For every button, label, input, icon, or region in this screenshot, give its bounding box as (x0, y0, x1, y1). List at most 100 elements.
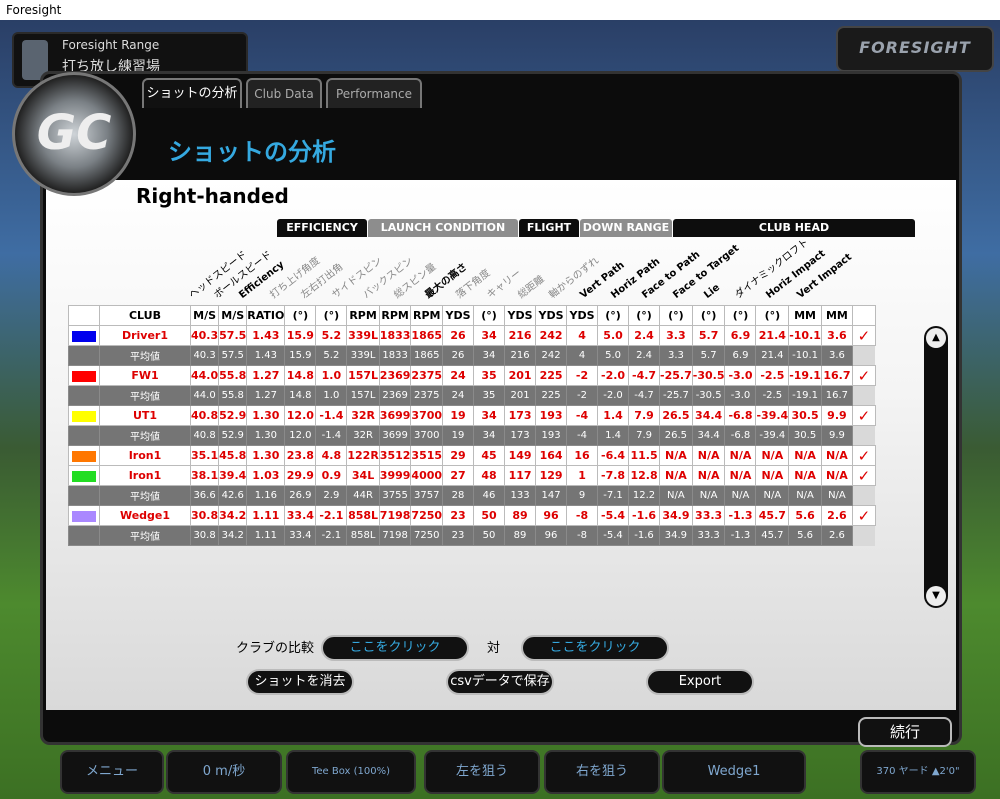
data-cell: 1.30 (246, 405, 286, 426)
data-cell: 14.8 (284, 365, 317, 386)
select-checkbox[interactable]: ✓ (851, 445, 876, 466)
data-cell: 1.0 (315, 365, 348, 386)
column-name-label: キャリー (485, 267, 524, 301)
check-icon[interactable]: ✓ (858, 327, 871, 345)
data-cell: N/A (724, 465, 757, 486)
compare-club-a-button[interactable]: ここをクリック (321, 635, 469, 661)
data-cell: 5.6 (788, 525, 822, 546)
data-cell: 5.7 (691, 325, 726, 346)
data-cell: 46 (473, 485, 506, 506)
data-cell: 2375 (410, 385, 444, 406)
shot-row[interactable]: UT1 40.8 52.9 1.30 12.0 -1.4 32R 3699 3700 19 34 17… (68, 405, 876, 426)
tab-shot-analysis[interactable]: ショットの分析 (142, 78, 242, 108)
data-cell: -30.5 (691, 385, 726, 406)
distance-display: 370 ヤード ▲2'0" (860, 750, 976, 794)
shot-row[interactable]: Iron1 35.1 45.8 1.30 23.8 4.8 122R 3512 3515 29 45… (68, 445, 876, 466)
data-cell: 45 (473, 445, 506, 466)
foresight-logo: FORESIGHT (836, 26, 994, 72)
aim-right-button[interactable]: 右を狙う (544, 750, 660, 794)
data-cell: 7.9 (628, 425, 661, 446)
average-row: 平均値 44.0 55.8 1.27 14.8 1.0 157L 2369 2375 24 35 20… (68, 385, 876, 406)
aim-left-button[interactable]: 左を狙う (424, 750, 540, 794)
data-cell: -3.0 (724, 365, 757, 386)
data-cell: 7198 (378, 525, 412, 546)
continue-button[interactable]: 続行 (858, 717, 952, 747)
category-efficiency: EFFICIENCY (277, 219, 367, 237)
data-cell: 96 (535, 525, 568, 546)
data-cell: 45.7 (755, 505, 790, 526)
data-cell: 858L (346, 505, 380, 526)
data-cell: 1865 (410, 325, 444, 346)
bottom-toolbar: メニュー 0 m/秒 Tee Box (100%) 左を狙う 右を狙う Wedg… (0, 740, 1000, 799)
data-cell: -6.4 (597, 445, 630, 466)
data-cell: -30.5 (691, 365, 726, 386)
select-checkbox[interactable]: ✓ (851, 365, 876, 386)
delete-shots-button[interactable]: ショットを消去 (246, 669, 354, 695)
tab-performance[interactable]: Performance (326, 78, 422, 108)
data-cell: -19.1 (788, 365, 822, 386)
data-cell: 11.5 (628, 445, 661, 466)
data-cell: 1.4 (597, 405, 630, 426)
check-icon[interactable]: ✓ (858, 507, 871, 525)
average-label: 平均値 (99, 425, 191, 446)
data-cell: 23 (442, 525, 475, 546)
export-button[interactable]: Export (646, 669, 754, 695)
data-cell: N/A (659, 485, 693, 506)
data-cell: 38.1 (189, 465, 220, 486)
club-select-button[interactable]: Wedge1 (662, 750, 806, 794)
save-csv-button[interactable]: csvデータで保存 (446, 669, 554, 695)
versus-label: 対 (487, 641, 501, 656)
data-cell: 19 (442, 425, 475, 446)
data-cell: 12.0 (284, 425, 317, 446)
shot-row[interactable]: Iron1 38.1 39.4 1.03 29.9 0.9 34L 3999 4000 27 48 1… (68, 465, 876, 486)
select-checkbox[interactable]: ✓ (851, 465, 876, 486)
tab-club-data[interactable]: Club Data (246, 78, 322, 108)
data-cell: 4 (566, 325, 599, 346)
wind-display[interactable]: 0 m/秒 (166, 750, 282, 794)
data-cell: 3700 (410, 405, 444, 426)
data-cell: 7198 (378, 505, 412, 526)
data-cell: 34.4 (691, 405, 726, 426)
data-cell: 3.3 (659, 345, 693, 366)
check-icon[interactable]: ✓ (858, 447, 871, 465)
data-cell: 2.6 (820, 525, 853, 546)
data-cell: -5.4 (597, 505, 630, 526)
average-label: 平均値 (99, 485, 191, 506)
data-cell: 242 (535, 345, 568, 366)
data-cell: 30.5 (788, 405, 822, 426)
data-cell: 122R (346, 445, 380, 466)
scroll-up-icon[interactable]: ▲ (926, 328, 946, 348)
data-cell: -2 (566, 385, 599, 406)
data-cell: 9.9 (820, 425, 853, 446)
select-checkbox[interactable]: ✓ (851, 505, 876, 526)
club-color-swatch (72, 330, 96, 342)
data-cell: 15.9 (284, 345, 317, 366)
data-cell: -4.7 (628, 365, 661, 386)
data-cell: 57.5 (218, 325, 248, 346)
shot-row[interactable]: FW1 44.0 55.8 1.27 14.8 1.0 157L 2369 2375 24 35 20… (68, 365, 876, 386)
data-cell: 19 (442, 405, 475, 426)
compare-club-b-button[interactable]: ここをクリック (521, 635, 669, 661)
select-checkbox (852, 385, 876, 406)
select-checkbox[interactable]: ✓ (851, 325, 876, 346)
check-icon[interactable]: ✓ (858, 407, 871, 425)
data-cell: 32R (346, 405, 380, 426)
menu-button[interactable]: メニュー (60, 750, 164, 794)
club-color-swatch (72, 470, 96, 482)
check-icon[interactable]: ✓ (858, 467, 871, 485)
check-icon[interactable]: ✓ (858, 367, 871, 385)
data-cell: 1.03 (246, 465, 286, 486)
data-cell: 16.7 (820, 365, 853, 386)
shot-row[interactable]: Driver1 40.3 57.5 1.43 15.9 5.2 339L 1833 1865 26… (68, 325, 876, 346)
data-cell: 45.7 (755, 525, 790, 546)
club-color-cell (68, 325, 100, 346)
shot-row[interactable]: Wedge1 30.8 34.2 1.11 33.4 -2.1 858L 7198 7250 23… (68, 505, 876, 526)
scrollbar[interactable]: ▲ ▼ (924, 326, 948, 608)
scroll-down-icon[interactable]: ▼ (926, 586, 946, 606)
data-cell: 55.8 (218, 365, 248, 386)
data-cell: 5.0 (597, 345, 630, 366)
select-checkbox[interactable]: ✓ (851, 405, 876, 426)
data-cell: 28 (442, 485, 475, 506)
data-cell: 3755 (378, 485, 412, 506)
tee-box-button[interactable]: Tee Box (100%) (286, 750, 416, 794)
